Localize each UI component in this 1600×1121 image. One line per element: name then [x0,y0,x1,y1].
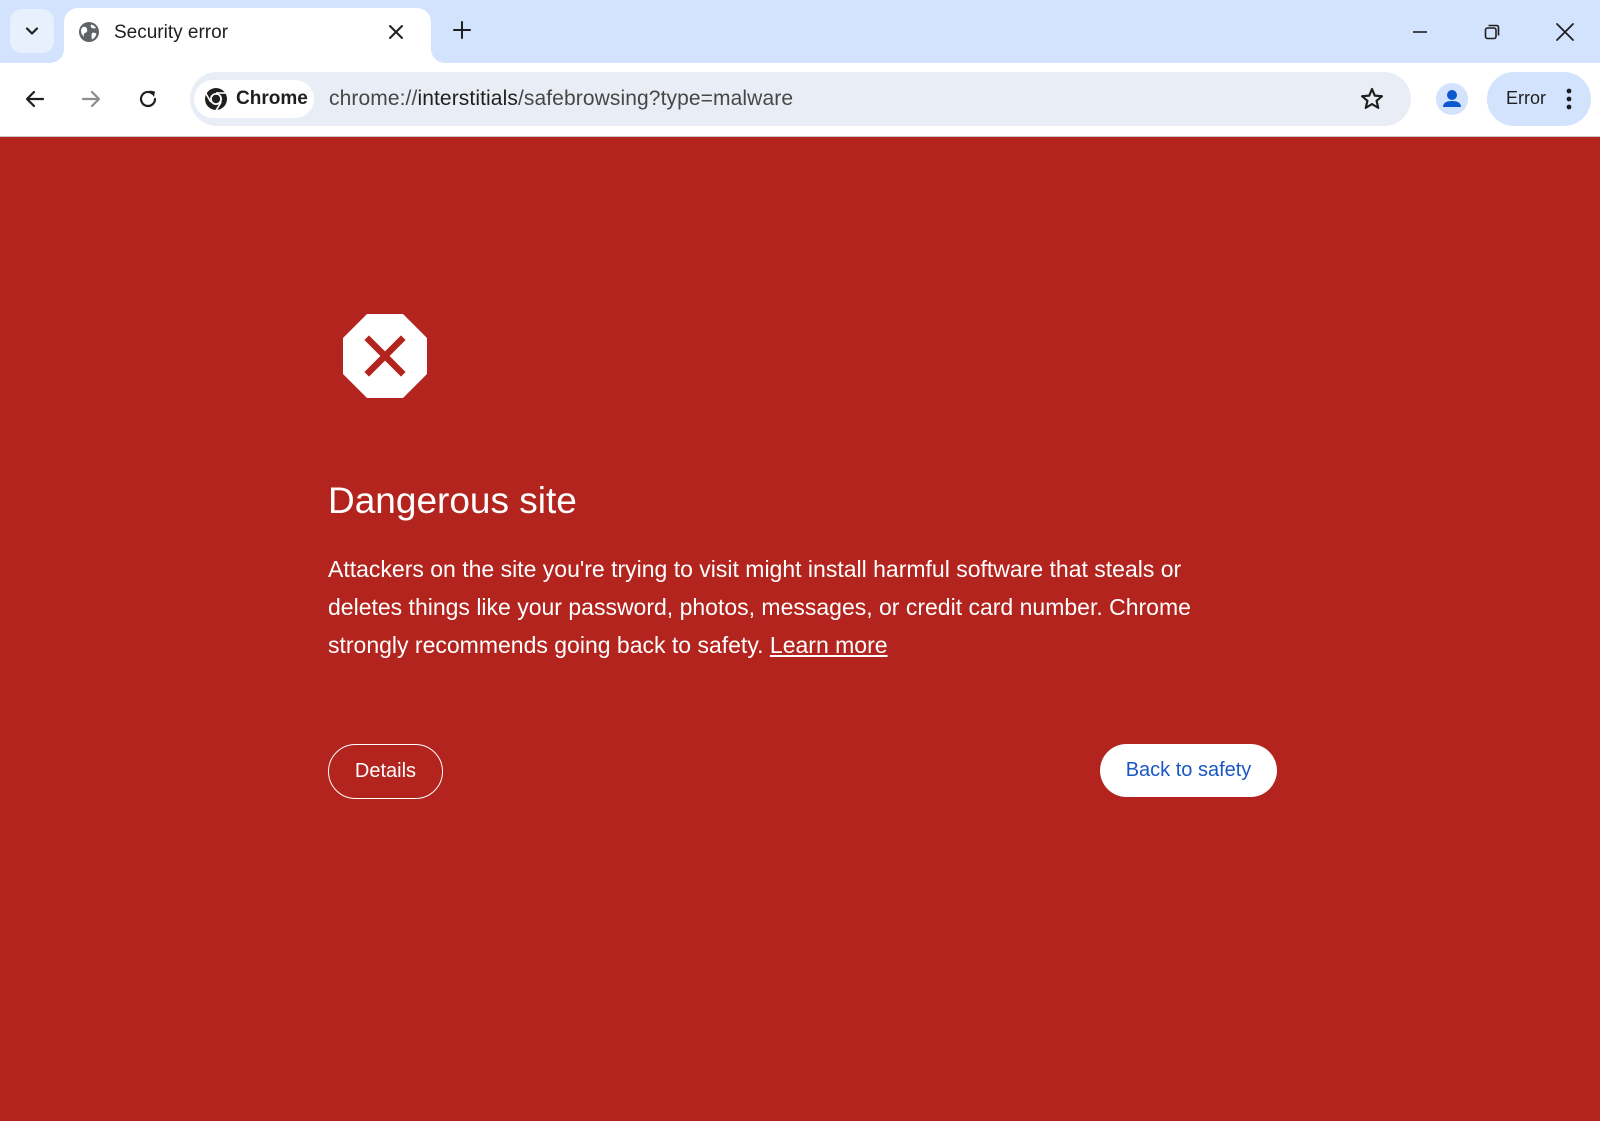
minimize-icon [1413,31,1427,33]
octagon-x-icon [343,314,427,398]
menu-button[interactable] [1557,84,1581,114]
toolbar: Chrome chrome://interstitials/safebrowsi… [0,63,1600,137]
chrome-logo-icon [205,88,227,111]
forward-button[interactable] [71,79,111,119]
close-window-button[interactable] [1545,12,1585,52]
restore-button[interactable] [1472,12,1512,52]
url-path: /safebrowsing?type=malware [517,87,794,110]
details-button[interactable]: Details [328,744,443,799]
minimize-button[interactable] [1400,12,1440,52]
warning-text: Attackers on the site you're trying to v… [328,556,1191,658]
profile-button[interactable] [1432,79,1472,119]
site-info-chip[interactable]: Chrome [194,80,314,118]
reload-button[interactable] [128,79,168,119]
star-icon [1360,87,1384,109]
active-tab[interactable]: Security error [64,8,431,63]
new-tab-button[interactable] [446,14,478,46]
globe-icon [79,22,99,42]
person-icon [1436,83,1468,115]
warning-message: Attackers on the site you're trying to v… [328,550,1248,664]
url-scheme: chrome:// [329,87,418,110]
arrow-right-icon [81,90,101,108]
url-text[interactable]: chrome://interstitials/safebrowsing?type… [329,87,793,111]
learn-more-link[interactable]: Learn more [770,632,888,658]
close-icon [1556,23,1574,41]
tab-search-button[interactable] [10,9,54,53]
tab-strip: Security error [0,0,1600,63]
address-bar[interactable]: Chrome chrome://interstitials/safebrowsi… [190,72,1411,126]
tab-close-button[interactable] [382,18,410,46]
arrow-left-icon [25,90,45,108]
interstitial-page: Dangerous site Attackers on the site you… [0,138,1600,1121]
restore-icon [1484,24,1500,40]
url-host: interstitials [417,87,518,110]
close-icon [389,25,403,39]
back-button[interactable] [15,79,55,119]
page-title: Dangerous site [328,480,577,521]
chevron-down-icon [25,27,39,35]
error-menu-pill[interactable]: Error [1487,72,1591,126]
kebab-menu-icon [1566,88,1572,110]
bookmark-button[interactable] [1353,80,1391,118]
chip-label: Chrome [236,88,308,109]
back-to-safety-button[interactable]: Back to safety [1100,744,1277,797]
tab-title: Security error [114,22,229,43]
error-label: Error [1506,88,1546,108]
plus-icon [453,21,471,39]
reload-icon [139,90,157,108]
